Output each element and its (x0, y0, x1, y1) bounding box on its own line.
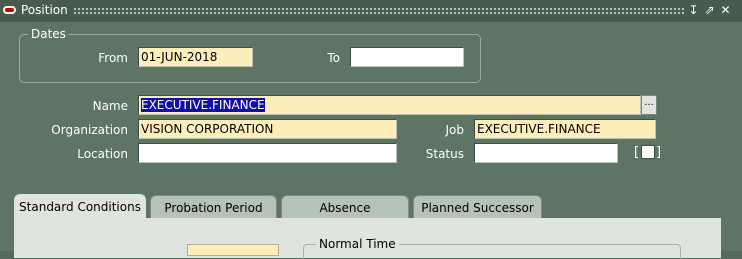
job-field[interactable]: EXECUTIVE.FINANCE (474, 119, 656, 139)
status-field[interactable] (474, 143, 618, 163)
flexfield-checkbox[interactable] (641, 145, 655, 159)
location-label: Location (77, 147, 128, 161)
job-label: Job (445, 123, 465, 137)
tab-planned-successor[interactable]: Planned Successor (413, 195, 542, 220)
location-field[interactable] (138, 143, 397, 163)
organization-field[interactable]: VISION CORPORATION (138, 119, 397, 139)
tab-standard-conditions[interactable]: Standard Conditions (14, 194, 146, 221)
flexfield-open-bracket: [ (634, 145, 640, 160)
restore-icon[interactable]: ⇗ (703, 3, 716, 17)
organization-label: Organization (51, 123, 128, 137)
name-label: Name (92, 99, 128, 113)
from-label: From (98, 51, 128, 65)
standard-conditions-field[interactable] (187, 244, 279, 256)
flexfield-close-bracket: ] (656, 145, 662, 160)
title-bar: Position ↧ ⇗ ✕ (0, 0, 742, 22)
dates-group-label: Dates (28, 27, 69, 41)
from-date-field[interactable]: 01-JUN-2018 (138, 47, 253, 67)
oracle-logo-icon (3, 6, 16, 14)
name-value: EXECUTIVE.FINANCE (141, 98, 265, 112)
to-label: To (327, 51, 340, 65)
window-title: Position (21, 3, 68, 17)
title-drag-handle[interactable] (73, 7, 684, 16)
normal-time-label: Normal Time (316, 237, 399, 251)
minimize-icon[interactable]: ↧ (687, 3, 700, 17)
to-date-field[interactable] (350, 47, 464, 67)
name-lov-button[interactable]: ... (641, 95, 657, 115)
close-icon[interactable]: ✕ (719, 3, 732, 17)
name-field[interactable]: EXECUTIVE.FINANCE (138, 95, 641, 115)
tab-absence[interactable]: Absence (281, 195, 409, 220)
status-label: Status (425, 147, 464, 161)
tab-probation-period[interactable]: Probation Period (150, 195, 277, 220)
